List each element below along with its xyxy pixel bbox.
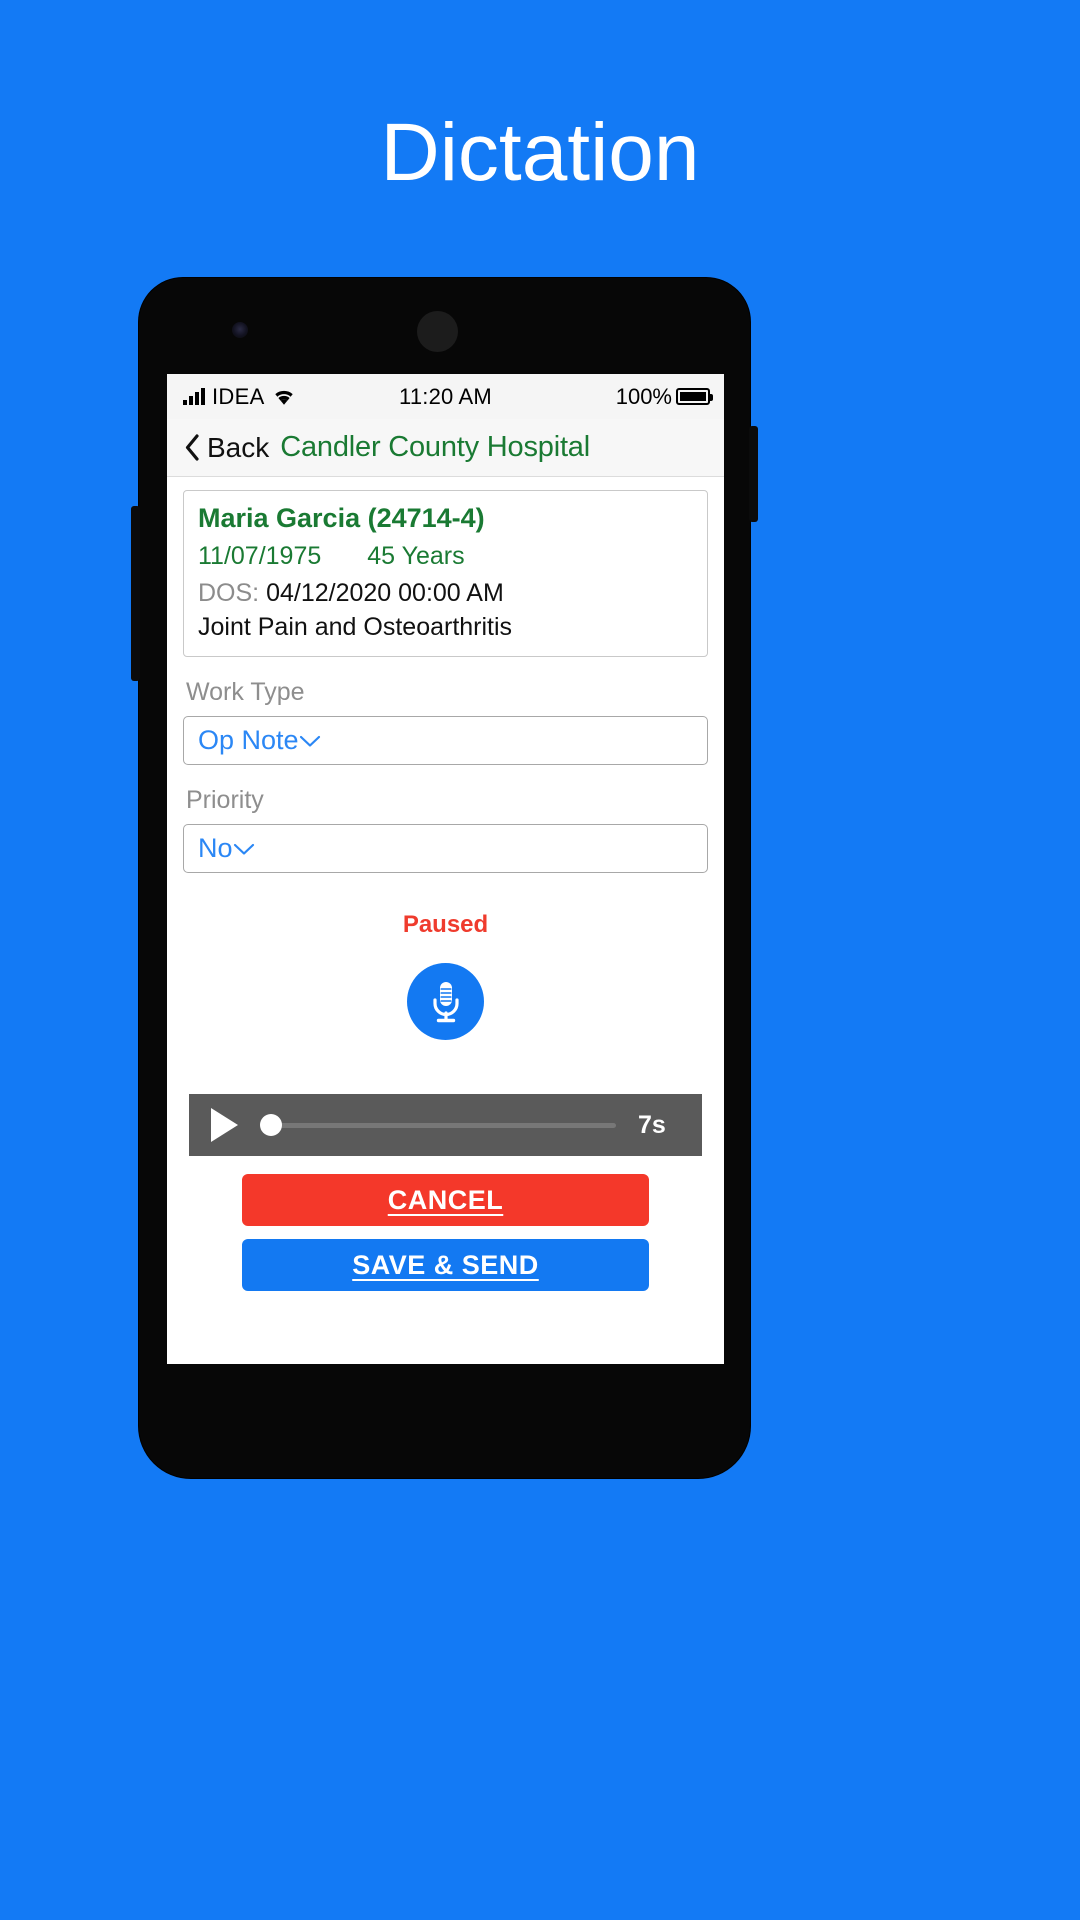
priority-select[interactable]: No xyxy=(183,824,708,873)
work-type-label: Work Type xyxy=(186,678,305,706)
patient-name: Maria Garcia (24714-4) xyxy=(198,503,485,533)
patient-info-card: Maria Garcia (24714-4) 11/07/1975 45 Yea… xyxy=(183,490,708,657)
work-type-value: Op Note xyxy=(198,725,299,755)
patient-diagnosis: Joint Pain and Osteoarthritis xyxy=(198,613,513,641)
back-button[interactable]: Back xyxy=(184,432,269,464)
audio-player: 7s xyxy=(189,1094,702,1156)
phone-screen: IDEA 11:20 AM 100% Back Candler County H… xyxy=(167,374,724,1364)
audio-progress-slider[interactable] xyxy=(260,1114,616,1136)
carrier-label: IDEA xyxy=(212,383,265,409)
audio-progress-knob[interactable] xyxy=(260,1114,282,1136)
recording-status: Paused xyxy=(402,911,489,938)
battery-full-icon xyxy=(676,388,713,405)
page-title: Dictation xyxy=(380,107,700,198)
signal-bars-icon xyxy=(183,388,205,405)
dos-value: 04/12/2020 00:00 AM xyxy=(266,579,504,607)
audio-progress-track xyxy=(260,1122,616,1128)
status-bar-right: 100% xyxy=(615,383,713,410)
cancel-button[interactable]: CANCEL xyxy=(242,1174,649,1226)
volume-button[interactable] xyxy=(131,506,140,681)
page-header-title: Candler County Hospital xyxy=(280,431,590,463)
status-bar: IDEA 11:20 AM 100% xyxy=(167,374,724,419)
chevron-down-icon xyxy=(299,734,321,748)
chevron-down-icon xyxy=(233,842,255,856)
back-button-label: Back xyxy=(207,431,270,463)
priority-value: No xyxy=(198,833,233,863)
navigation-bar: Back Candler County Hospital xyxy=(167,419,724,477)
save-and-send-button[interactable]: SAVE & SEND xyxy=(242,1239,649,1291)
priority-label: Priority xyxy=(186,786,264,814)
patient-dos-row: DOS: 04/12/2020 00:00 AM xyxy=(198,579,693,608)
patient-age: 45 Years xyxy=(367,542,465,570)
front-camera-icon xyxy=(232,322,248,338)
work-type-select[interactable]: Op Note xyxy=(183,716,708,765)
wifi-icon xyxy=(272,388,296,406)
play-icon[interactable] xyxy=(211,1108,238,1142)
chevron-left-icon xyxy=(184,434,201,461)
status-bar-left: IDEA xyxy=(183,384,296,410)
mic-button-row xyxy=(183,963,708,1040)
audio-duration-label: 7s xyxy=(638,1110,666,1139)
battery-percent-label: 100% xyxy=(615,383,672,409)
microphone-icon xyxy=(426,979,466,1025)
action-buttons: CANCEL SAVE & SEND xyxy=(183,1174,708,1291)
dos-label: DOS: xyxy=(198,579,260,607)
earpiece-speaker-icon xyxy=(417,311,458,352)
power-button[interactable] xyxy=(749,426,758,522)
main-content: Maria Garcia (24714-4) 11/07/1975 45 Yea… xyxy=(167,477,724,1291)
phone-device-frame: IDEA 11:20 AM 100% Back Candler County H… xyxy=(131,278,758,1478)
patient-dob: 11/07/1975 xyxy=(198,542,322,570)
phone-top-bezel xyxy=(139,278,750,382)
record-mic-button[interactable] xyxy=(407,963,484,1040)
patient-demographics-row: 11/07/1975 45 Years xyxy=(198,542,693,571)
